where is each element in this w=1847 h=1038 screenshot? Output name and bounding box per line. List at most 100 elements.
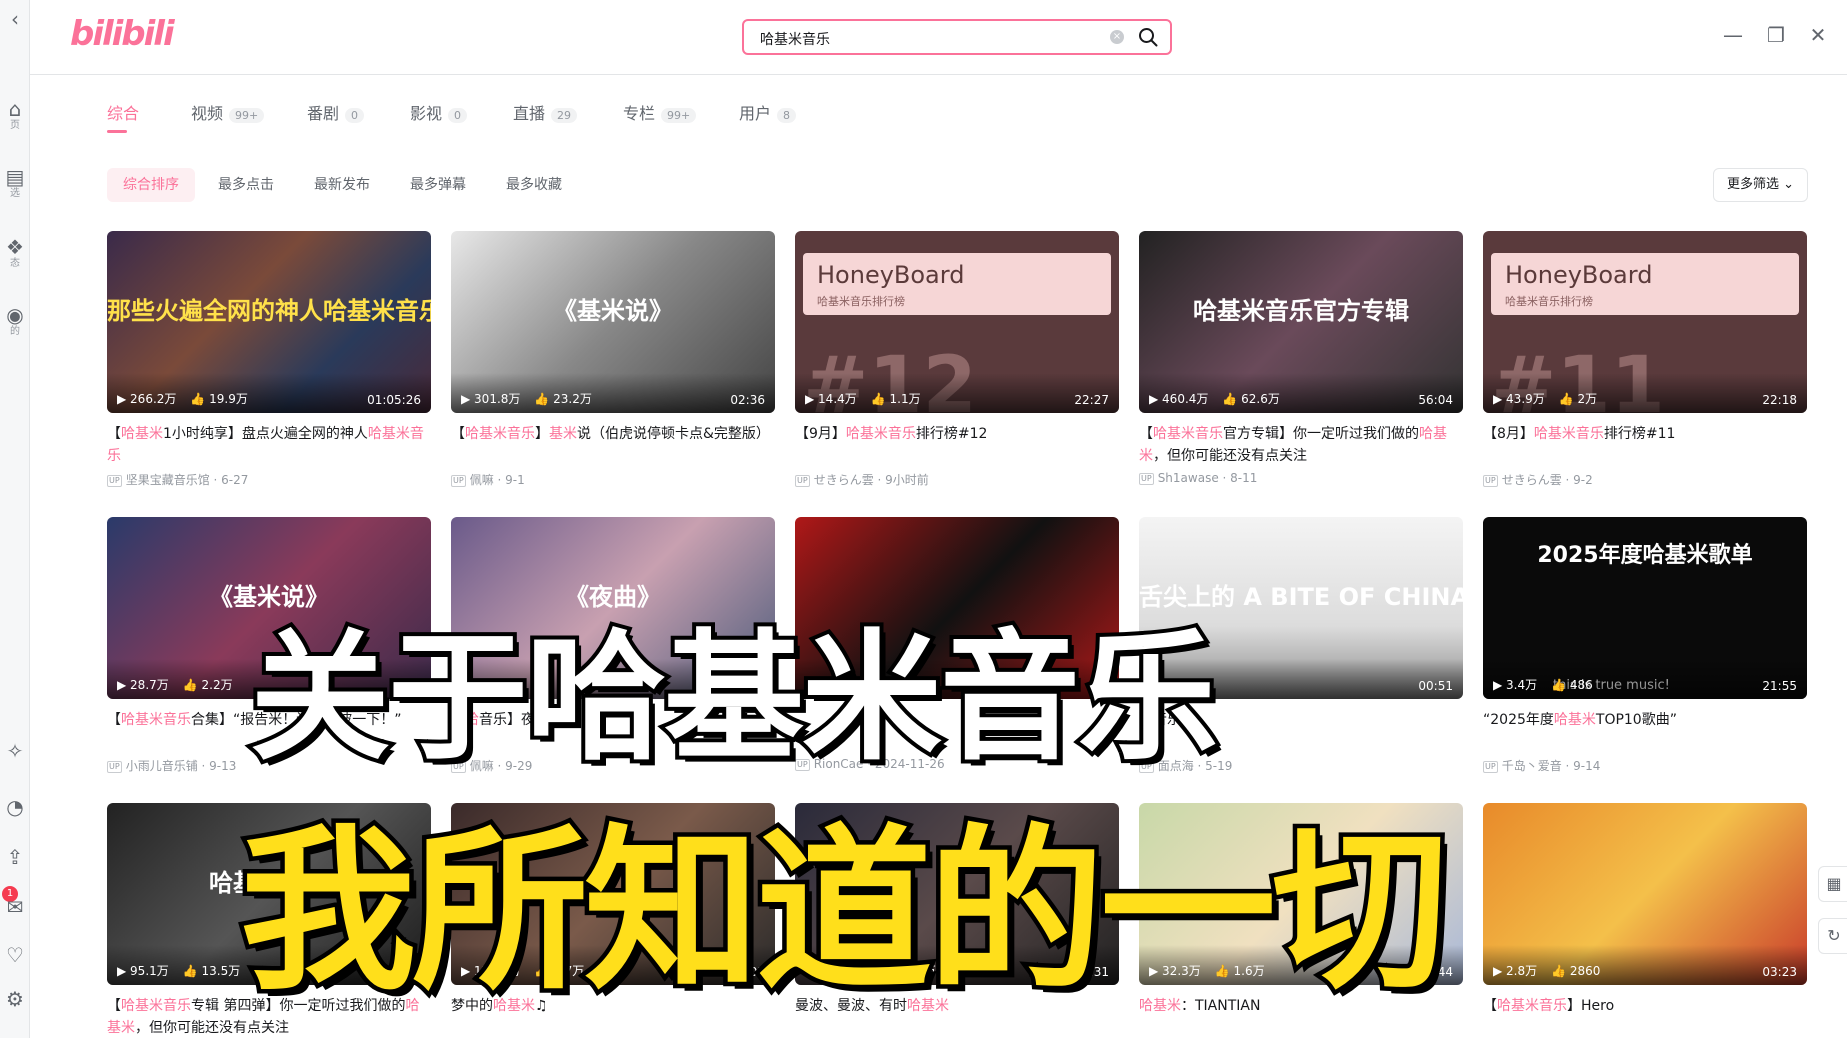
card-honeyboard-12[interactable]: HoneyBoard哈基米音乐排行榜#12▶ 14.4万👍 1.1万22:27 【… (795, 231, 1119, 488)
search-icon[interactable] (1136, 25, 1160, 49)
uploader-name[interactable]: 千岛丶爱音 (1502, 759, 1562, 773)
restore-icon[interactable]: ❐ (1763, 22, 1789, 48)
video-duration: 21:55 (1762, 679, 1797, 693)
overlay-caption-line2: 我所知道的一切 (235, 805, 1452, 1019)
meta-separator: · (873, 473, 886, 487)
video-stats: ▶ 28.7万 👍 2.2万 (117, 676, 247, 693)
card-jimi-shuo[interactable]: 《基米说》 ▶ 301.8万 👍 23.2万 02:36 【哈基米音乐】基米说（伯虎说停… (451, 231, 775, 488)
sort-most-clicked[interactable]: 最多点击 (202, 168, 290, 202)
more-filter-button[interactable]: 更多筛选 ⌄ (1713, 168, 1808, 202)
card-hero[interactable]: ▶ 2.8万 👍 2860 03:23 【哈基米音乐】Hero (1483, 803, 1807, 1038)
rail-history-icon[interactable]: ◔ (0, 796, 30, 818)
uploader-name[interactable]: 小雨儿音乐铺 (126, 759, 198, 773)
float-calendar-icon[interactable]: ▦ (1818, 866, 1847, 902)
cover-title-text: 哈基米音乐官方专辑 (1193, 297, 1409, 325)
uploader-name[interactable]: 坚果宝藏音乐馆 (126, 473, 210, 487)
rail-settings-icon[interactable]: ⚙ (0, 988, 30, 1010)
video-duration: 22:27 (1074, 393, 1109, 407)
card-honeyboard-11[interactable]: HoneyBoard哈基米音乐排行榜#11▶ 43.9万👍 2万22:18【8月… (1483, 231, 1807, 488)
card-1-hour-compilation[interactable]: 那些火遍全网的神人哈基米音乐 ▶ 266.2万 👍 19.9万 01:05:26 【哈基… (107, 231, 431, 488)
tab-label: 综合 (107, 104, 140, 123)
rail-back-icon[interactable]: ‹ (0, 8, 30, 30)
sort-most-favorited[interactable]: 最多收藏 (490, 168, 578, 202)
view-count: ▶ 43.9万 (1493, 392, 1545, 406)
video-title[interactable]: 【哈基米音乐】基米说（伯虎说停顿卡点&完整版） (451, 423, 775, 467)
tab-user[interactable]: 用户 8 (739, 100, 797, 124)
upload-date: 9-14 (1573, 759, 1601, 773)
tab-film[interactable]: 影视 0 (410, 100, 468, 124)
video-thumbnail[interactable]: 2025年度哈基米歌单this is true music!▶ 3.4万👍 48… (1483, 517, 1807, 699)
honeyboard-banner: HoneyBoard 哈基米音乐排行榜 (1491, 253, 1799, 315)
video-thumbnail[interactable]: 《基米说》 ▶ 301.8万 👍 23.2万 02:36 (451, 231, 775, 413)
active-tab-indicator (107, 130, 127, 133)
card-2025-top10[interactable]: 2025年度哈基米歌单this is true music!▶ 3.4万👍 48… (1483, 517, 1807, 774)
rail-upload-icon[interactable]: ⇪ (0, 846, 30, 868)
video-thumbnail[interactable]: 哈基米音乐官方专辑 ▶ 460.4万 👍 62.6万 56:04 (1139, 231, 1463, 413)
honeyboard-title: HoneyBoard (817, 261, 965, 289)
rail-item-home[interactable]: ⌂ 页 (0, 98, 30, 132)
like-count: 👍 2860 (1551, 964, 1601, 978)
video-title[interactable]: “2025年度哈基米TOP10歌曲” (1483, 709, 1807, 753)
close-icon[interactable]: ✕ (1805, 22, 1831, 48)
view-count: ▶ 301.8万 (461, 392, 521, 406)
tab-label: 用户 (739, 104, 772, 123)
clear-icon[interactable]: × (1110, 30, 1124, 44)
video-thumbnail[interactable]: HoneyBoard哈基米音乐排行榜#11▶ 43.9万👍 2万22:18 (1483, 231, 1807, 413)
video-thumbnail[interactable]: ▶ 2.8万 👍 2860 03:23 (1483, 803, 1807, 985)
tab-bangumi[interactable]: 番剧 0 (307, 100, 365, 124)
upload-date: 9-13 (209, 759, 237, 773)
sort-most-danmaku[interactable]: 最多弹幕 (394, 168, 482, 202)
tab-count: 0 (448, 108, 468, 123)
video-duration: 03:23 (1762, 965, 1797, 979)
sort-comprehensive[interactable]: 综合排序 (107, 168, 195, 202)
video-thumbnail[interactable]: 那些火遍全网的神人哈基米音乐 ▶ 266.2万 👍 19.9万 01:05:26 (107, 231, 431, 413)
view-count: ▶ 28.7万 (117, 678, 169, 692)
uploader-name[interactable]: せきらん雲 (814, 473, 874, 487)
video-stats: ▶ 301.8万 👍 23.2万 (461, 390, 606, 407)
video-meta: UP Sh1awase · 8-11 (1139, 471, 1463, 485)
video-duration: 01:05:26 (367, 393, 421, 407)
video-thumbnail[interactable]: HoneyBoard哈基米音乐排行榜#12▶ 14.4万👍 1.1万22:27 (795, 231, 1119, 413)
left-rail: ‹ ⌂ 页 ▤ 选 ❖ 态 ◉ 的 ✧ ◔ ⇪ 1 ✉ ♡ ⚙ (0, 0, 30, 1038)
tab-video[interactable]: 视频 99+ (191, 100, 265, 124)
uploader-name[interactable]: 佩嘛 (470, 473, 494, 487)
honeyboard-title: HoneyBoard (1505, 261, 1653, 289)
upload-date: 9-1 (505, 473, 525, 487)
more-filter-label: 更多筛选 (1726, 177, 1779, 192)
rail-like-icon[interactable]: ♡ (0, 944, 30, 966)
video-stats: ▶ 2.8万 👍 2860 (1493, 962, 1614, 979)
video-title[interactable]: 【哈基米音乐官方专辑】你一定听过我们做的哈基米，但你可能还没有点关注 (1139, 423, 1463, 467)
video-title[interactable]: 【8月】哈基米音乐排行榜#11 (1483, 423, 1807, 467)
rail-item-dynamic[interactable]: ❖ 态 (0, 236, 30, 270)
tab-all[interactable]: 综合 (107, 100, 139, 124)
search-input[interactable]: 哈基米音乐 (760, 29, 830, 49)
float-refresh-icon[interactable]: ↻ (1818, 918, 1847, 954)
uploader-name[interactable]: Sh1awase (1158, 471, 1219, 485)
video-title[interactable]: 【9月】哈基米音乐排行榜#12 (795, 423, 1119, 467)
video-title[interactable]: 【哈基米音乐】Hero (1483, 995, 1807, 1038)
tab-article[interactable]: 专栏 99+ (623, 100, 697, 124)
tab-label: 影视 (410, 104, 443, 123)
search-box[interactable]: 哈基米音乐 × (742, 19, 1172, 55)
uploader-name[interactable]: せきらん雲 (1502, 473, 1562, 487)
video-meta: UP せきらん雲 · 9小时前 (795, 471, 1119, 488)
up-icon: UP (1139, 473, 1154, 485)
view-count: ▶ 2.8万 (1493, 964, 1538, 978)
selection-icon: ▤ (5, 165, 25, 189)
rail-item-label: 的 (10, 326, 20, 337)
tab-count: 29 (551, 108, 578, 123)
minimize-icon[interactable]: — (1720, 22, 1746, 48)
bilibili-logo[interactable]: bilibili (70, 14, 175, 54)
rail-item-mine[interactable]: ◉ 的 (0, 304, 30, 338)
rail-message-icon[interactable]: ✉ (0, 896, 30, 918)
like-count: 👍 13.5万 (182, 964, 241, 978)
rail-star-icon[interactable]: ✧ (0, 740, 30, 762)
like-count: 👍 23.2万 (534, 392, 592, 406)
video-title[interactable]: 【哈基米1小时纯享】盘点火遍全网的神人哈基米音乐 (107, 423, 431, 467)
rail-item-selection[interactable]: ▤ 选 (0, 166, 30, 200)
tab-live[interactable]: 直播 29 (513, 100, 578, 124)
honeyboard-subtitle: 哈基米音乐排行榜 (1505, 295, 1593, 308)
cover-title-text: 2025年度哈基米歌单 (1537, 543, 1753, 568)
sort-newest[interactable]: 最新发布 (298, 168, 386, 202)
card-official-album[interactable]: 哈基米音乐官方专辑 ▶ 460.4万 👍 62.6万 56:04 【哈基米音乐官方专辑】… (1139, 231, 1463, 485)
